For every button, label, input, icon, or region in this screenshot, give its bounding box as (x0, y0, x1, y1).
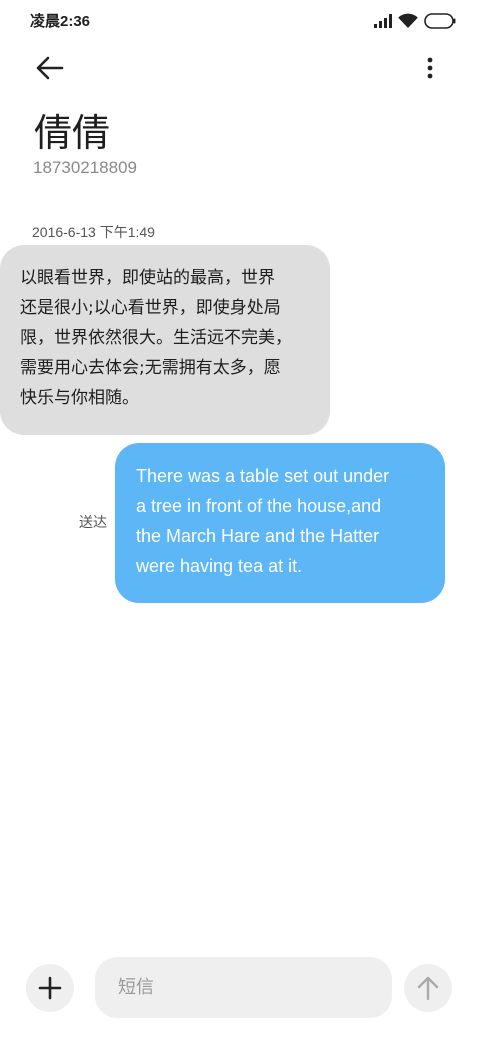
message-line: a tree in front of the house,and (136, 496, 382, 516)
message-line: 需要用心去体会;无需拥有太多，愿 (20, 358, 281, 378)
sent-message-bubble[interactable]: There was a table set out under a tree i… (115, 443, 445, 603)
send-button[interactable] (404, 964, 452, 1012)
message-timestamp: 2016-6-13 下午1:49 (32, 224, 155, 240)
contact-name: 倩倩 (34, 111, 111, 155)
message-line: the March Hare and the Hatter (136, 526, 380, 546)
message-line: 限，世界依然很大。生活远不完美， (20, 328, 292, 348)
arrow-up-icon (417, 976, 439, 1001)
add-attachment-button[interactable] (26, 964, 74, 1012)
back-button[interactable] (26, 46, 74, 90)
signal-icon (374, 14, 392, 28)
more-options-button[interactable] (410, 46, 450, 90)
message-line: 以眼看世界，即使站的最高，世界 (20, 268, 275, 288)
message-input[interactable] (95, 957, 392, 1018)
status-time: 凌晨2:36 (30, 13, 91, 30)
message-line: There was a table set out under (136, 466, 390, 486)
message-line: were having tea at it. (136, 556, 303, 576)
more-vertical-icon (427, 57, 433, 79)
received-message-bubble[interactable]: 以眼看世界，即使站的最高，世界 还是很小;以心看世界，即使身处局 限，世界依然很… (0, 245, 330, 435)
battery-icon (424, 13, 456, 29)
back-arrow-icon (36, 56, 64, 80)
plus-icon (38, 976, 62, 1000)
conversation-screen: 凌晨2:36 倩倩 18730218809 2016-6-13 下午1:49 以… (0, 0, 480, 1040)
message-line: 还是很小;以心看世界，即使身处局 (20, 298, 281, 318)
message-line: 快乐与你相随。 (20, 388, 139, 408)
delivery-status: 送达 (79, 515, 107, 531)
wifi-icon (398, 13, 418, 28)
contact-phone: 18730218809 (33, 158, 138, 177)
